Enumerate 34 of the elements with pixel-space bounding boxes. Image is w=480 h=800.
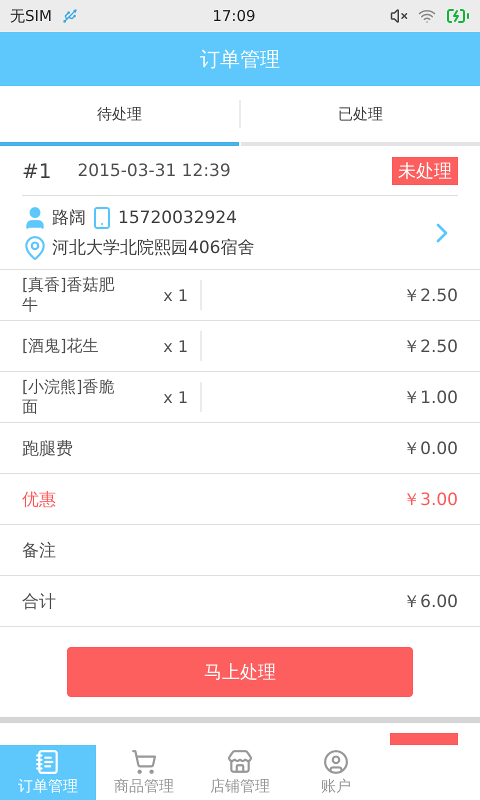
address-text: 河北大学北院熙园406宿舍 xyxy=(52,237,254,259)
status-badge: 未处理 xyxy=(392,156,458,184)
process-button[interactable]: 马上处理 xyxy=(67,647,413,697)
item-price: ￥2.50 xyxy=(402,336,458,358)
usb-icon xyxy=(62,8,78,24)
summary-label: 优惠 xyxy=(22,488,56,510)
cart-icon xyxy=(131,749,157,775)
item-price: ￥2.50 xyxy=(402,284,458,306)
summary-label: 合计 xyxy=(22,590,56,612)
wifi-icon xyxy=(418,7,436,25)
item-name: [真香]香菇肥牛 xyxy=(22,275,116,315)
order-number: #1 xyxy=(22,158,52,182)
user-circle-icon xyxy=(323,749,349,775)
item-price: ￥1.00 xyxy=(402,386,458,408)
store-icon xyxy=(227,749,253,775)
item-quantity: x 1 xyxy=(162,286,189,304)
customer-name: 路阔 xyxy=(52,207,86,229)
order-time: 2015-03-31 12:39 xyxy=(77,160,232,180)
phone-number: 15720032924 xyxy=(118,208,237,228)
item-quantity: x 1 xyxy=(162,388,189,406)
mute-icon xyxy=(390,7,408,25)
carrier-text: 无SIM xyxy=(10,6,52,26)
nav-tab[interactable]: 订单管理 xyxy=(0,745,96,800)
summary-label: 跑腿费 xyxy=(22,438,73,460)
summary-label: 备注 xyxy=(22,540,56,562)
item-name: [小浣熊]香脆面 xyxy=(22,377,116,417)
page-title: 订单管理 xyxy=(200,46,280,72)
clock-text: 17:09 xyxy=(212,7,256,25)
item-name: [酒鬼]花生 xyxy=(22,336,100,356)
summary-value: ￥6.00 xyxy=(402,590,458,612)
item-quantity: x 1 xyxy=(162,336,189,356)
summary-value: ￥3.00 xyxy=(402,488,458,510)
summary-value: ￥0.00 xyxy=(402,438,458,460)
notebook-icon xyxy=(35,749,61,775)
